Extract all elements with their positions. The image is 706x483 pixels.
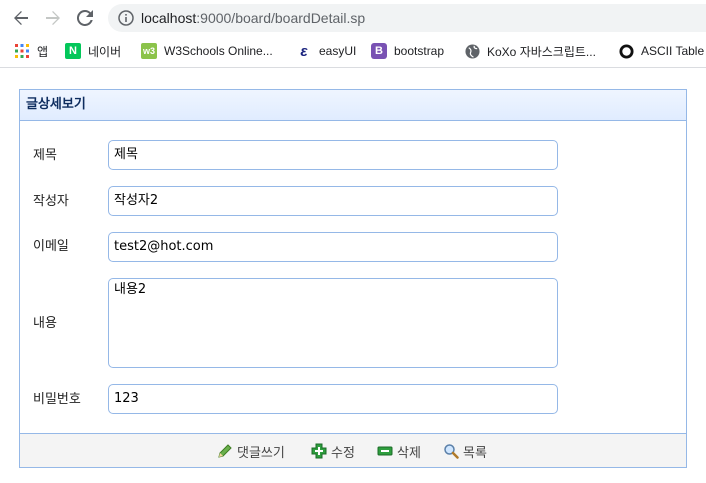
address-bar[interactable]: localhost:9000/board/boardDetail.sp — [108, 4, 706, 32]
bookmark-ascii[interactable]: ASCII Table — [618, 42, 704, 60]
url-path: :9000/board/boardDetail.sp — [196, 10, 366, 26]
email-input[interactable]: test2@hot.com — [108, 232, 558, 262]
bookmark-label: easyUI — [319, 44, 357, 58]
minus-icon — [377, 446, 393, 456]
apps-grid-icon — [14, 43, 30, 59]
easyui-icon: ε — [300, 42, 308, 60]
delete-button-label: 삭제 — [397, 445, 421, 461]
list-button-label: 목록 — [463, 445, 487, 461]
bookmark-label: bootstrap — [394, 44, 445, 58]
list-button[interactable]: 목록 — [443, 442, 487, 461]
content-label: 내용 — [33, 316, 57, 331]
panel-title: 글상세보기 — [26, 97, 86, 112]
bookmark-label: W3Schools Online... — [164, 44, 273, 58]
writer-label: 작성자 — [33, 194, 69, 209]
ascii-icon — [618, 43, 634, 59]
url-host: localhost — [141, 10, 197, 26]
bookmark-label: 앱 — [37, 44, 49, 59]
bookmark-label: ASCII Table — [641, 44, 705, 58]
bookmark-easyui[interactable]: ε easyUI — [296, 42, 356, 60]
bookmark-naver[interactable]: N 네이버 — [65, 42, 121, 60]
back-button[interactable] — [10, 7, 32, 29]
panel-header: 글상세보기 — [20, 90, 686, 121]
edit-button-label: 수정 — [331, 445, 355, 461]
back-arrow-icon — [14, 11, 28, 25]
plus-icon — [311, 443, 327, 459]
bookmarks-bar: 앱 N 네이버 w3 W3Schools Online... ε easyUI … — [0, 36, 706, 68]
board-detail-panel: 글상세보기 제목 제목 작성자 작성자2 이메일 test2@hot.com 내… — [19, 89, 687, 468]
bookmark-label: KoXo 자바스크립트... — [487, 44, 596, 59]
writer-input[interactable]: 작성자2 — [108, 186, 558, 216]
magnifier-icon — [444, 444, 459, 459]
naver-icon: N — [65, 43, 81, 59]
bookmark-koxo[interactable]: KoXo 자바스크립트... — [464, 42, 596, 60]
browser-toolbar: localhost:9000/board/boardDetail.sp — [0, 0, 706, 36]
w3schools-icon: w3 — [141, 43, 157, 59]
bookmark-w3schools[interactable]: w3 W3Schools Online... — [141, 42, 273, 60]
email-label: 이메일 — [33, 239, 69, 254]
bookmark-bootstrap[interactable]: B bootstrap — [371, 42, 444, 60]
info-icon[interactable] — [118, 10, 134, 26]
title-label: 제목 — [33, 148, 57, 163]
panel-footer: 댓글쓰기 수정 삭제 목록 — [20, 433, 686, 467]
bookmark-label: 네이버 — [88, 44, 122, 59]
delete-button[interactable]: 삭제 — [377, 442, 421, 461]
content-textarea[interactable]: 내용2 — [108, 278, 558, 368]
forward-arrow-icon — [46, 11, 60, 25]
reply-button[interactable]: 댓글쓰기 — [217, 442, 285, 461]
globe-icon — [464, 43, 480, 59]
password-input[interactable]: 123 — [108, 384, 558, 414]
reload-button[interactable] — [74, 7, 96, 29]
bootstrap-icon: B — [371, 43, 387, 59]
reload-icon — [77, 10, 93, 26]
title-input[interactable]: 제목 — [108, 140, 558, 170]
reply-button-label: 댓글쓰기 — [237, 445, 285, 461]
forward-button[interactable] — [42, 7, 64, 29]
bookmark-apps[interactable]: 앱 — [14, 42, 48, 60]
url-text[interactable]: localhost:9000/board/boardDetail.sp — [141, 10, 365, 26]
pencil-icon — [218, 444, 232, 458]
password-label: 비밀번호 — [33, 392, 81, 407]
edit-button[interactable]: 수정 — [311, 442, 355, 461]
